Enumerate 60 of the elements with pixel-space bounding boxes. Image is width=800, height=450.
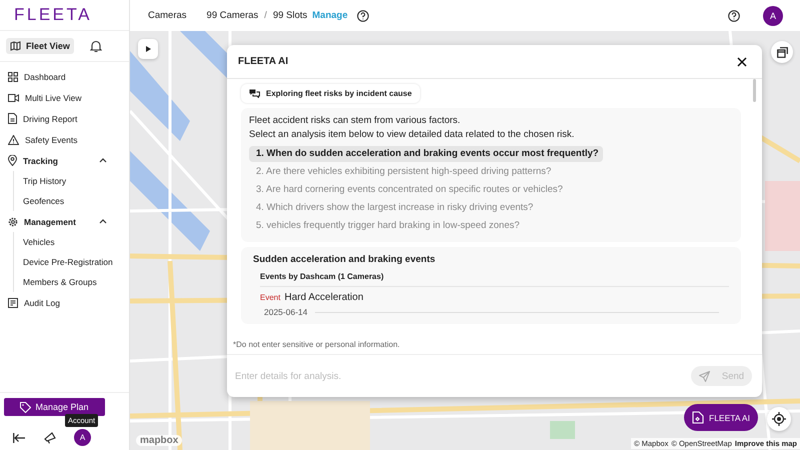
sidebar-item[interactable]: Tracking [0,150,129,171]
close-icon[interactable] [737,56,747,66]
caret-right-icon [146,46,150,52]
event-date: 2025-06-14 [264,307,308,317]
scrollbar[interactable] [753,79,756,102]
document-icon [8,113,17,124]
sidebar-item[interactable]: Driving Report [0,108,129,129]
sidebar-item[interactable]: Safety Events [0,129,129,150]
fleeta-ai-button[interactable]: FLEETA AI [684,404,758,431]
user-avatar[interactable]: A [763,6,783,26]
mapbox-logo: mapbox [136,435,182,446]
tag-icon [20,402,32,412]
analysis-input-field[interactable]: Enter details for analysis. [233,370,683,382]
chevron-up-icon[interactable] [99,158,107,163]
sidebar-subitem[interactable]: Trip History [23,171,129,191]
event-tag: Event [260,293,280,302]
chat-bubbles-icon [249,89,260,98]
question-option[interactable]: 1. When do sudden acceleration and braking events occur most frequently? [249,146,603,162]
sidebar-subitem[interactable]: Device Pre-Registration [23,252,129,272]
panel-title: FLEETA AI [238,56,288,67]
manage-plan-button[interactable]: Manage Plan [4,398,105,416]
intro-text: Select an analysis item below to view detailed data related to the chosen risk. [249,128,576,142]
sidebar-item[interactable]: Multi Live View [0,87,129,108]
document-sparkle-icon [692,411,704,424]
sidebar-subitem[interactable]: Geofences [23,191,129,211]
paper-plane-icon [698,370,710,382]
log-icon [8,298,18,308]
collapse-sidebar-icon[interactable] [13,432,26,442]
sidebar-subitem[interactable]: Members & Groups [23,272,129,292]
overlapping-windows-icon [776,46,788,58]
bell-icon[interactable] [90,40,102,52]
separator: / [264,10,267,21]
sidebar-item[interactable]: Dashboard [0,66,129,87]
help-icon[interactable] [728,10,740,22]
topic-chip-text: Exploring fleet risks by incident cause [266,89,412,98]
sidebar-item[interactable]: Audit Log [0,292,129,313]
slot-count: 99 Slots [272,10,308,21]
camera-icon [8,94,19,102]
sidebar-subitem[interactable]: Vehicles [23,232,129,252]
settings-icon [8,216,18,226]
crosshair-icon [772,412,786,426]
grid-icon [8,72,18,82]
fleet-view-button[interactable]: Fleet View [6,38,74,54]
map-icon [10,41,21,51]
event-name: Hard Acceleration [284,292,364,303]
warning-icon [8,134,19,144]
help-icon[interactable] [356,10,369,22]
sidebar-item[interactable]: Management [0,211,129,232]
expand-panel-button[interactable] [138,39,158,59]
megaphone-icon[interactable] [44,432,56,444]
result-title: Sudden acceleration and braking events [253,254,436,265]
camera-count: 99 Cameras [206,10,258,21]
location-pin-icon [8,155,17,166]
intro-text: Fleet accident risks can stem from various factors. [249,114,462,128]
account-avatar[interactable]: A [74,429,91,446]
fleeta-logo: FLEETA [0,0,129,31]
chevron-up-icon[interactable] [99,219,107,224]
disclaimer-text: *Do not enter sensitive or personal information. [227,335,762,355]
cameras-label: Cameras [148,10,187,21]
result-subtitle: Events by Dashcam (1 Cameras) [260,272,729,287]
